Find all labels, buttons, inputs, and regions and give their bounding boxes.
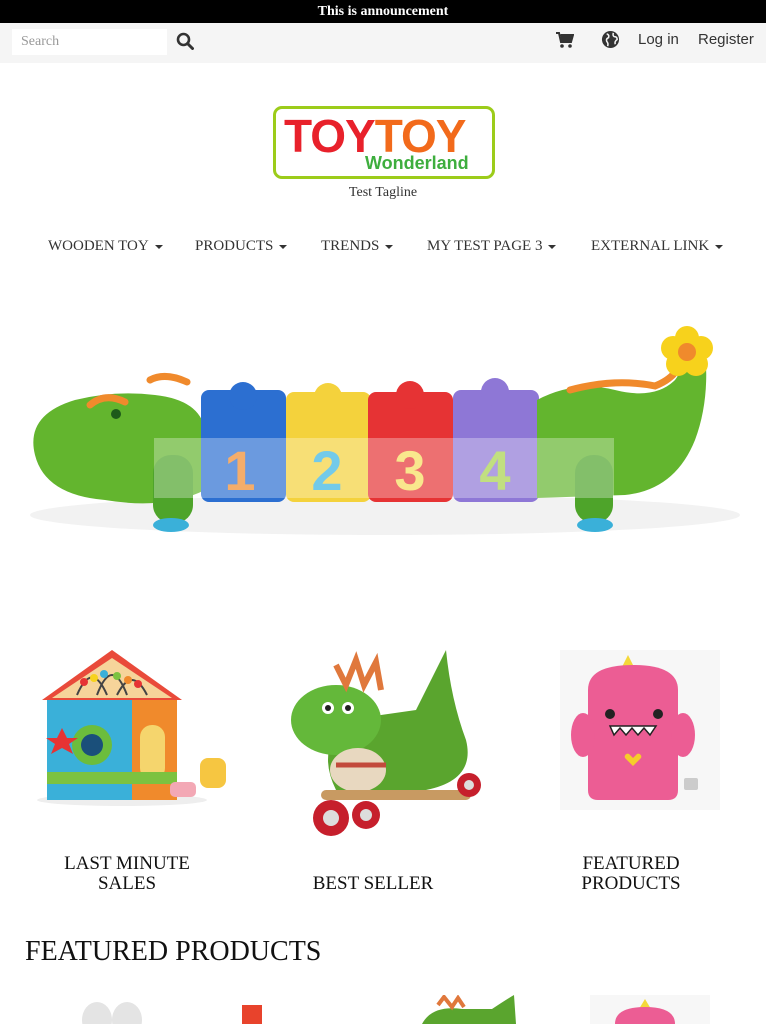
nav-item-products[interactable]: PRODUCTS [195, 238, 288, 255]
featured-products-heading: FEATURED PRODUCTS [25, 936, 322, 967]
search-icon[interactable] [176, 32, 194, 50]
product-thumbnail-image[interactable] [75, 995, 155, 1024]
caret-down-icon [385, 244, 394, 249]
search-input[interactable] [12, 29, 167, 55]
product-thumbnail-image[interactable] [590, 995, 710, 1024]
category-label-featured-products[interactable]: FEATURED PRODUCTS [526, 854, 736, 894]
caret-down-icon [279, 244, 288, 249]
register-link[interactable]: Register [698, 31, 754, 48]
nav-item-my-test-page-3[interactable]: MY TEST PAGE 3 [427, 238, 557, 255]
nav-item-external-link[interactable]: EXTERNAL LINK [591, 238, 724, 255]
main-nav: WOODEN TOY PRODUCTS TRENDS MY TEST PAGE … [0, 238, 766, 258]
site-logo[interactable]: TOYTOY Wonderland [273, 106, 495, 179]
globe-icon[interactable] [601, 30, 620, 49]
logo-subtitle: Wonderland [365, 153, 469, 173]
top-bar: Log in Register [0, 23, 766, 63]
caret-down-icon [548, 244, 557, 249]
category-card-last-minute-sales[interactable]: LAST MINUTE SALES [22, 640, 232, 894]
activity-house-image [37, 650, 226, 806]
category-card-featured-products[interactable]: FEATURED PRODUCTS [528, 640, 738, 894]
caret-down-icon [154, 244, 163, 249]
category-card-best-seller[interactable]: BEST SELLER [276, 640, 486, 894]
hero-banner-image[interactable]: 1 2 3 4 [15, 320, 751, 550]
nav-item-wooden-toy[interactable]: WOODEN TOY [48, 238, 163, 255]
dragon-ride-on-image [291, 650, 481, 836]
announcement-bar: This is announcement [0, 0, 766, 23]
nav-item-trends[interactable]: TRENDS [321, 238, 394, 255]
caret-down-icon [715, 244, 724, 249]
login-link[interactable]: Log in [638, 31, 679, 48]
cart-icon[interactable] [556, 31, 574, 49]
site-tagline: Test Tagline [348, 185, 418, 200]
category-label-best-seller[interactable]: BEST SELLER [268, 874, 478, 894]
product-thumbnail-image[interactable] [240, 1003, 265, 1024]
hero-caption-overlay [154, 438, 614, 498]
pink-plush-image [560, 650, 720, 810]
category-label-last-minute-sales[interactable]: LAST MINUTE SALES [22, 854, 232, 894]
product-thumbnail-image[interactable] [412, 995, 522, 1024]
